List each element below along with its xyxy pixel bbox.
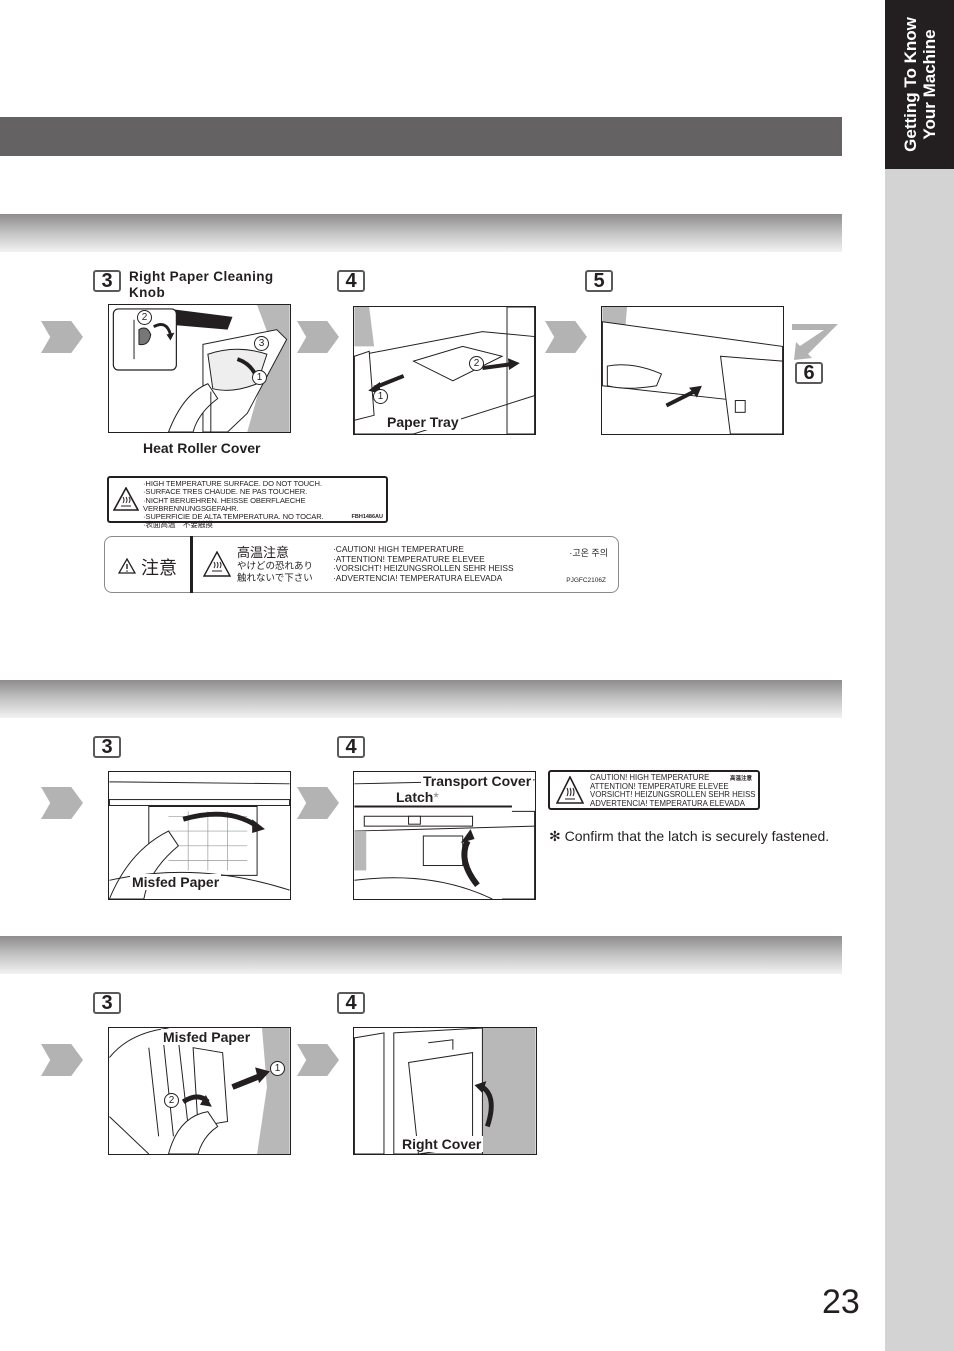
flow-arrow-icon [41,787,83,819]
marker-2: 2 [164,1093,179,1108]
warning-label-caution-high-temperature: CAUTION! HIGH TEMPERATURE ATTENTION! TEM… [548,770,760,810]
flow-arrow-icon [545,321,587,353]
hot-surface-warning-icon [113,487,139,511]
caution-jp: 注意 [141,558,177,578]
step-number: 5 [585,270,613,292]
jp-line: やけどの恐れあり [237,561,314,572]
flow-arrow-icon [297,1044,339,1076]
step-number: 6 [795,362,823,384]
marker-1: 1 [270,1061,285,1076]
transport-cover-drawing [354,779,535,899]
callout-misfed-paper: Misfed Paper [130,874,222,890]
insert-tray-drawing [602,307,783,434]
warning-korean: ·고온 주의 [569,548,608,558]
section-bar-2 [0,680,842,718]
step-number: 4 [337,992,365,1014]
callout-latch: Latch* [394,789,441,805]
flow-arrow-icon [297,321,339,353]
marker-3: 3 [254,336,269,351]
step-number: 4 [337,736,365,758]
callout-misfed-paper: Misfed Paper [161,1029,253,1045]
title-jp: 高温注意 [237,545,290,560]
jp-line: 触れないで下さい [237,573,313,584]
next-step-arrow-icon [792,324,838,360]
marker-2: 2 [137,310,152,325]
label-code: FBH1486AU [351,514,383,520]
page-number: 23 [822,1283,860,1321]
step-number: 3 [93,736,121,758]
warning-line: ADVERTENCIA! TEMPERATURA ELEVADA [590,798,745,808]
divider [190,536,193,593]
label-code: PJGFC2106Z [566,577,606,584]
flow-arrow-icon [41,1044,83,1076]
marker-2: 2 [469,356,484,371]
warning-label-high-temperature: ·HIGH TEMPERATURE SURFACE. DO NOT TOUCH.… [107,476,388,529]
callout-right-cover: Right Cover [400,1136,484,1152]
chapter-tab-line1: Getting To Know [900,17,920,152]
marker-1: 1 [373,389,388,404]
hot-surface-warning-icon [556,776,584,804]
illustration-heat-roller [108,304,291,433]
illustration-insert-tray [601,306,784,435]
callout-paper-tray: Paper Tray [385,414,461,430]
misfed-paper-right-drawing [109,1028,290,1154]
hot-surface-warning-icon [203,551,231,577]
flow-arrow-icon [41,321,83,353]
asterisk-mark: * [433,789,439,805]
step-number: 3 [93,270,121,292]
callout-heat-roller-cover: Heat Roller Cover [143,440,261,456]
warning-line: ·NICHT BERUEHREN. HEISSE OBERFLAECHE VER… [143,495,306,513]
latch-note: ✻ Confirm that the latch is securely fas… [549,828,830,844]
side-strip [885,0,954,1351]
step-label: Right Paper Cleaning Knob [129,269,274,300]
section-bar-1 [0,214,842,252]
step-number: 3 [93,992,121,1014]
warning-line: ·表面高温 不要触摸 [143,520,213,530]
step-number: 4 [337,270,365,292]
warning-line: ·ADVERTENCIA! TEMPERATURA ELEVADA [333,572,503,583]
illustration-transport-cover [353,771,536,900]
chapter-tab: Getting To Know Your Machine [885,0,954,169]
heat-roller-drawing [112,305,290,432]
latch-label: Latch [396,789,434,805]
illustration-misfed-paper-right [108,1027,291,1155]
page-title-bar [0,117,842,156]
warning-label-caution: 注意 高温注意 やけどの恐れあり 触れないで下さい ·CAUTION! HIGH… [104,536,619,593]
chapter-tab-line2: Your Machine [919,29,939,140]
section-bar-3 [0,936,842,974]
caution-triangle-icon [118,558,136,574]
marker-1: 1 [252,370,267,385]
callout-transport-cover: Transport Cover [421,773,534,789]
flow-arrow-icon [297,787,339,819]
warning-jp: 高温注意 [729,776,752,782]
